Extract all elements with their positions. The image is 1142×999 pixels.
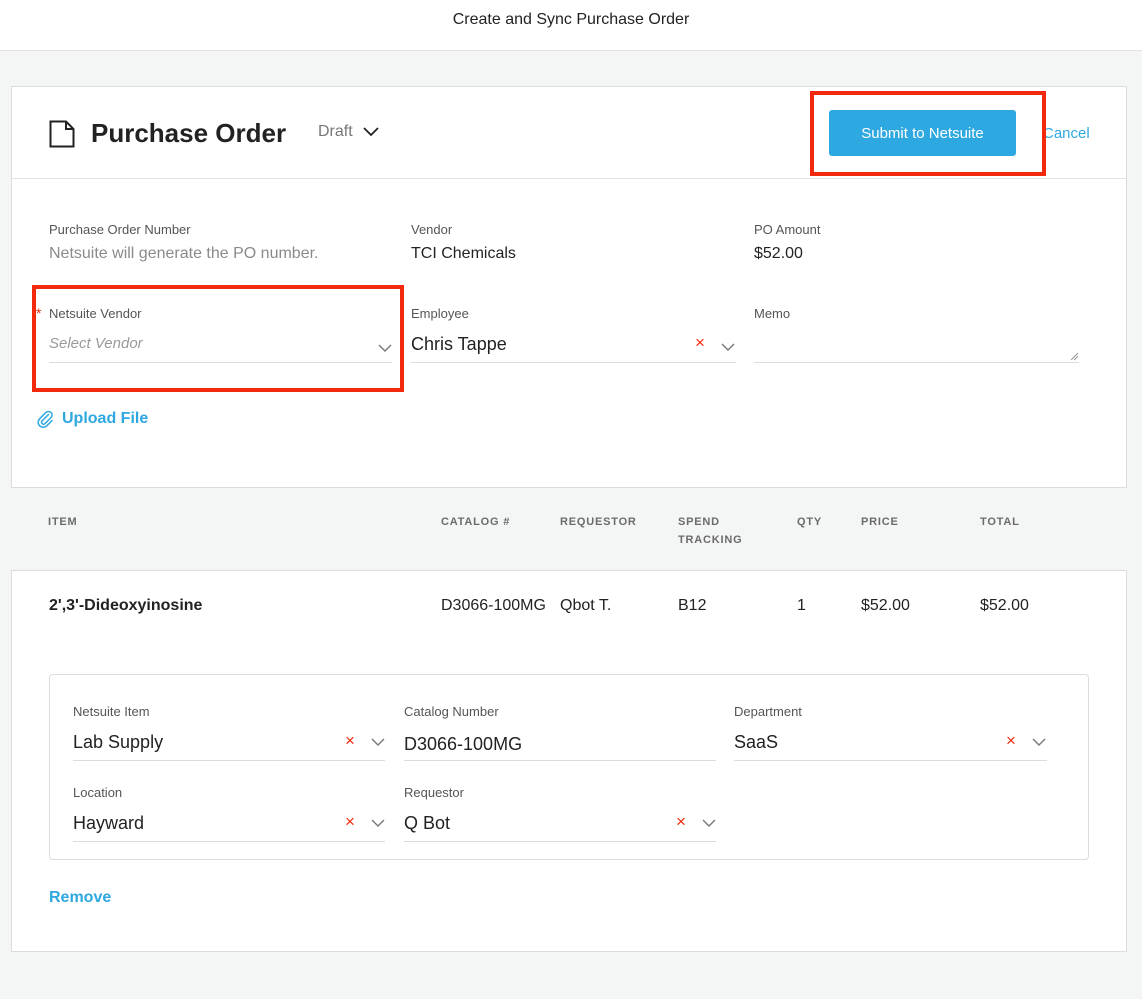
clear-icon[interactable]: × (345, 813, 355, 830)
chevron-down-icon[interactable] (721, 343, 735, 352)
row-requestor: Qbot T. (560, 597, 612, 614)
row-price: $52.00 (861, 597, 910, 614)
row-item-name: 2',3'-Dideoxyinosine (49, 597, 203, 614)
location-underline (73, 841, 385, 842)
column-header-qty: QTY (797, 516, 823, 528)
location-select[interactable]: Hayward (73, 813, 144, 834)
chevron-down-icon[interactable] (371, 819, 385, 828)
vendor-label: Vendor (411, 222, 453, 237)
document-icon (49, 120, 75, 148)
department-select[interactable]: SaaS (734, 732, 778, 753)
requestor-select[interactable]: Q Bot (404, 813, 450, 834)
line-detail-panel (49, 674, 1089, 860)
upload-file-label: Upload File (62, 410, 149, 427)
column-header-spend-tracking: SPEND TRACKING (678, 516, 743, 546)
row-catalog: D3066-100MG (441, 597, 546, 614)
row-qty: 1 (797, 597, 806, 614)
annotation-highlight-netsuite-vendor (32, 285, 404, 392)
netsuite-item-label: Netsuite Item (73, 704, 150, 719)
status-label: Draft (318, 123, 353, 140)
clear-icon[interactable]: × (345, 732, 355, 749)
vendor-value: TCI Chemicals (411, 245, 516, 262)
chevron-down-icon[interactable] (702, 819, 716, 828)
requestor-underline (404, 841, 716, 842)
employee-underline (411, 362, 736, 363)
department-underline (734, 760, 1047, 761)
netsuite-item-select[interactable]: Lab Supply (73, 732, 163, 753)
memo-label: Memo (754, 306, 791, 321)
paperclip-icon (37, 410, 53, 428)
chevron-down-icon[interactable] (1032, 738, 1046, 747)
column-header-item: ITEM (48, 516, 78, 528)
po-number-value: Netsuite will generate the PO number. (49, 245, 319, 262)
po-number-label: Purchase Order Number (49, 222, 191, 237)
po-title: Purchase Order (91, 118, 287, 148)
location-label: Location (73, 785, 123, 800)
chevron-down-icon (363, 127, 379, 137)
requestor-label: Requestor (404, 785, 464, 800)
row-spend-tracking: B12 (678, 597, 707, 614)
netsuite-item-underline (73, 760, 385, 761)
row-total: $52.00 (980, 597, 1029, 614)
employee-label: Employee (411, 306, 469, 321)
upload-file-button[interactable]: Upload File (37, 410, 148, 428)
column-header-requestor: REQUESTOR (560, 516, 637, 528)
clear-icon[interactable]: × (1006, 732, 1016, 749)
status-dropdown[interactable]: Draft (318, 123, 379, 141)
po-amount-value: $52.00 (754, 245, 803, 262)
column-header-total: TOTAL (980, 516, 1020, 528)
top-bar: Create and Sync Purchase Order (0, 0, 1142, 51)
cancel-link[interactable]: Cancel (1043, 125, 1090, 142)
remove-line-button[interactable]: Remove (49, 889, 111, 907)
page-title: Create and Sync Purchase Order (452, 11, 690, 28)
po-amount-label: PO Amount (754, 222, 821, 237)
memo-underline (754, 362, 1079, 363)
resize-handle-icon[interactable] (1070, 352, 1079, 361)
catalog-number-label: Catalog Number (404, 704, 499, 719)
catalog-number-input[interactable]: D3066-100MG (404, 734, 522, 755)
clear-icon[interactable]: × (695, 334, 705, 351)
catalog-number-underline (404, 760, 716, 761)
column-header-catalog: CATALOG # (441, 516, 511, 528)
clear-icon[interactable]: × (676, 813, 686, 830)
memo-textarea[interactable] (754, 334, 1079, 360)
employee-select[interactable]: Chris Tappe (411, 334, 507, 355)
chevron-down-icon[interactable] (371, 738, 385, 747)
column-header-price: PRICE (861, 516, 899, 528)
department-label: Department (734, 704, 802, 719)
annotation-highlight-submit (810, 91, 1046, 176)
